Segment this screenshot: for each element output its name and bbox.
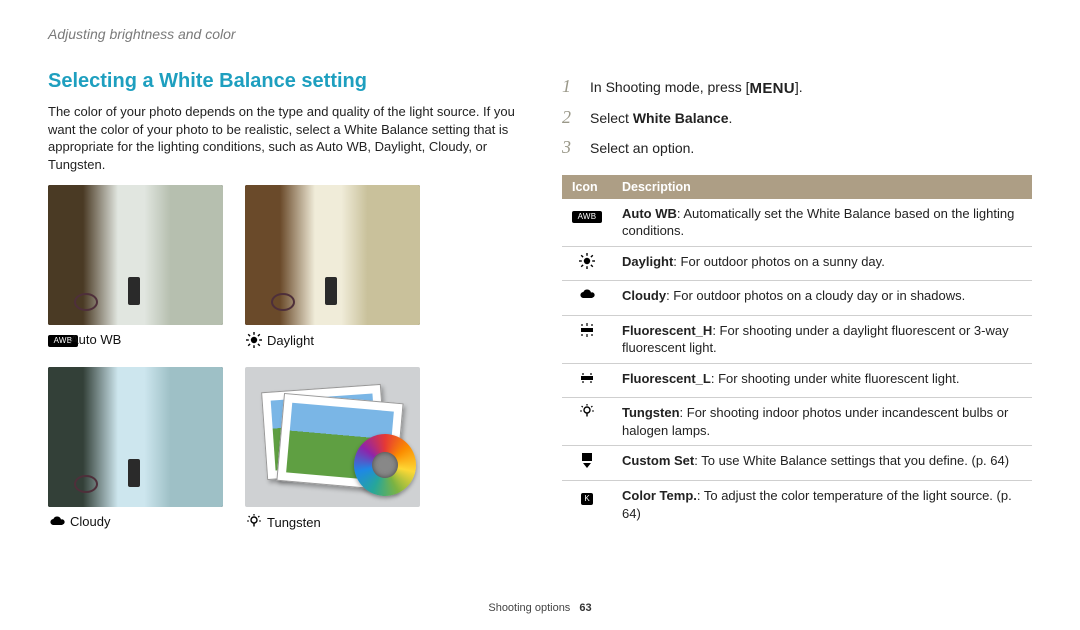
table-row: Custom Set: To use White Balance setting… bbox=[562, 446, 1032, 481]
table-row: Fluorescent_L: For shooting under white … bbox=[562, 363, 1032, 398]
wb-options-table: Icon Description AWB Auto WB: Automatical… bbox=[562, 175, 1032, 529]
row-description: Fluorescent_L: For shooting under white … bbox=[612, 363, 1032, 398]
thumb-auto-wb: AWB Auto WB bbox=[48, 185, 223, 349]
table-row: Fluorescent_H: For shooting under a dayl… bbox=[562, 315, 1032, 363]
sun-icon bbox=[575, 254, 599, 268]
custom-icon bbox=[575, 453, 599, 467]
wb-thumbnails: AWB Auto WB Daylight Cloudy Tungsten bbox=[48, 185, 528, 531]
step-number: 3 bbox=[562, 134, 578, 161]
k-icon: K bbox=[581, 493, 593, 505]
step-number: 1 bbox=[562, 73, 578, 100]
row-description: Color Temp.: To adjust the color tempera… bbox=[612, 480, 1032, 528]
cloud-icon bbox=[48, 513, 64, 529]
thumb-label: Daylight bbox=[267, 333, 314, 348]
steps-list: 1 In Shooting mode, press [MENU]. 2 Sele… bbox=[562, 73, 1032, 161]
breadcrumb: Adjusting brightness and color bbox=[48, 26, 1032, 42]
fluoh-icon bbox=[575, 323, 599, 337]
table-row: Daylight: For outdoor photos on a sunny … bbox=[562, 246, 1032, 281]
step-2: 2 Select White Balance. bbox=[562, 104, 1032, 131]
footer-page: 63 bbox=[579, 602, 591, 614]
step-1: 1 In Shooting mode, press [MENU]. bbox=[562, 73, 1032, 101]
row-description: Cloudy: For outdoor photos on a cloudy d… bbox=[612, 281, 1032, 316]
thumb-label: Cloudy bbox=[70, 514, 110, 529]
col-description: Description bbox=[612, 175, 1032, 199]
sun-icon bbox=[245, 331, 261, 349]
awb-icon: AWB bbox=[48, 331, 64, 347]
thumb-cloudy: Cloudy bbox=[48, 367, 223, 531]
table-row: Cloudy: For outdoor photos on a cloudy d… bbox=[562, 281, 1032, 316]
col-icon: Icon bbox=[562, 175, 612, 199]
awb-icon: AWB bbox=[572, 211, 602, 223]
table-row: AWB Auto WB: Automatically set the White … bbox=[562, 199, 1032, 247]
bulb-icon bbox=[245, 513, 261, 531]
table-row: K Color Temp.: To adjust the color temper… bbox=[562, 480, 1032, 528]
row-description: Auto WB: Automatically set the White Bal… bbox=[612, 199, 1032, 247]
fluol-icon bbox=[575, 371, 599, 385]
row-description: Fluorescent_H: For shooting under a dayl… bbox=[612, 315, 1032, 363]
row-description: Tungsten: For shooting indoor photos und… bbox=[612, 398, 1032, 446]
cloud-icon bbox=[575, 288, 599, 302]
thumb-image bbox=[48, 185, 223, 325]
menu-badge: MENU bbox=[750, 78, 795, 101]
table-row: Tungsten: For shooting indoor photos und… bbox=[562, 398, 1032, 446]
thumb-daylight: Daylight bbox=[245, 185, 420, 349]
row-description: Daylight: For outdoor photos on a sunny … bbox=[612, 246, 1032, 281]
page-footer: Shooting options 63 bbox=[0, 602, 1080, 614]
thumb-tungsten: Tungsten bbox=[245, 367, 420, 531]
row-description: Custom Set: To use White Balance setting… bbox=[612, 446, 1032, 481]
thumb-image bbox=[245, 367, 420, 507]
section-heading: Selecting a White Balance setting bbox=[48, 70, 528, 93]
thumb-image bbox=[245, 185, 420, 325]
step-number: 2 bbox=[562, 104, 578, 131]
footer-section: Shooting options bbox=[488, 602, 570, 614]
bulb-icon bbox=[575, 405, 599, 419]
thumb-label: Tungsten bbox=[267, 515, 321, 530]
intro-text: The color of your photo depends on the t… bbox=[48, 103, 528, 173]
thumb-image bbox=[48, 367, 223, 507]
step-3: 3 Select an option. bbox=[562, 134, 1032, 161]
thumb-label: Auto WB bbox=[70, 332, 121, 347]
